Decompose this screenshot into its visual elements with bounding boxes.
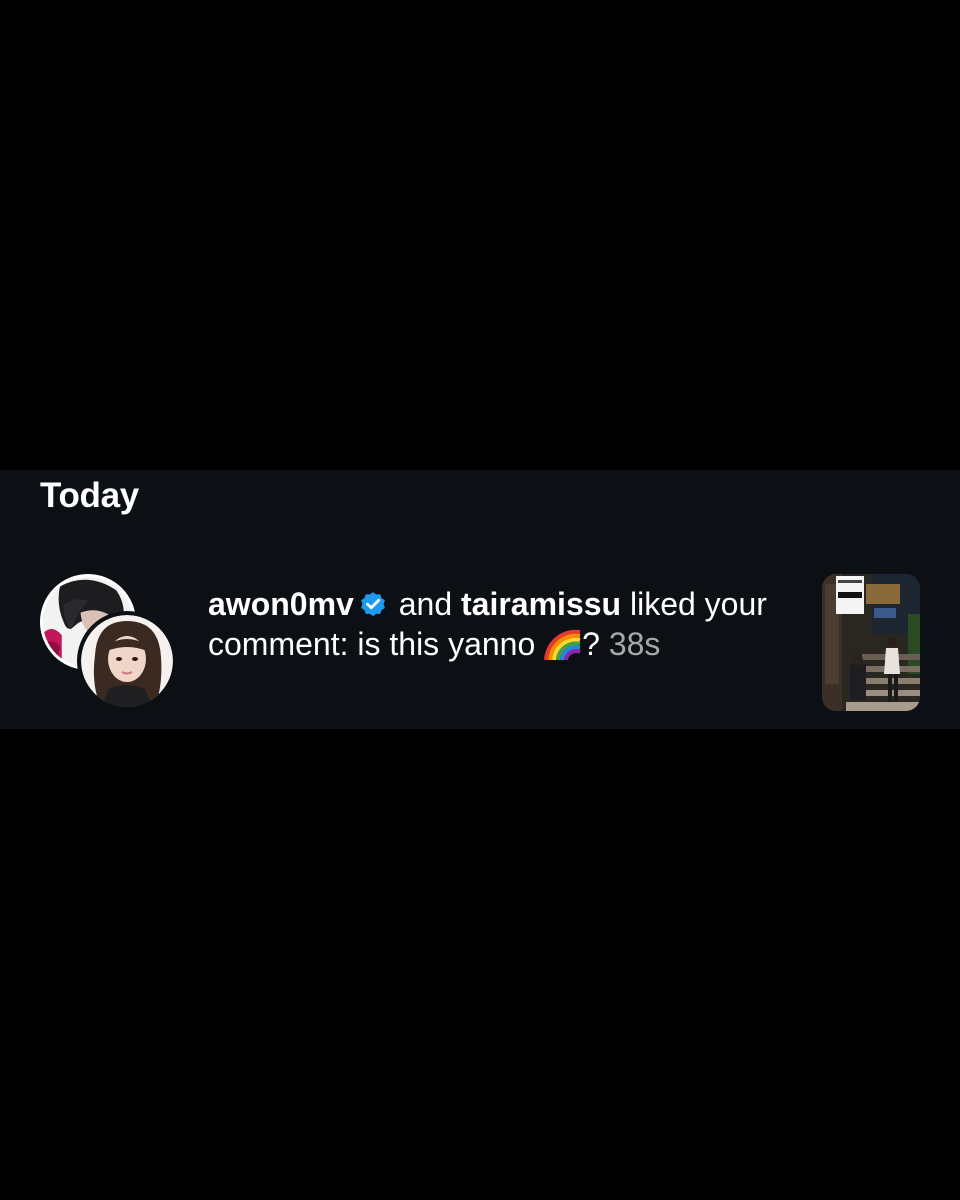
verified-badge-icon xyxy=(360,592,385,617)
section-title-today: Today xyxy=(40,476,139,515)
username-link-user1[interactable]: awon0mv xyxy=(208,586,354,622)
post-thumbnail[interactable] xyxy=(822,574,920,711)
avatar-user2[interactable] xyxy=(77,611,177,711)
notification-item[interactable]: awon0mv and tairamissu liked your commen… xyxy=(0,566,960,721)
connector-text: and xyxy=(389,586,461,622)
comment-suffix: ? xyxy=(582,626,609,662)
timestamp: 38s xyxy=(608,626,661,662)
avatar-user2-image xyxy=(81,615,173,707)
rainbow-emoji-icon xyxy=(544,629,581,661)
post-thumbnail-image xyxy=(822,574,920,711)
notification-text: awon0mv and tairamissu liked your commen… xyxy=(208,584,768,664)
username-link-user2[interactable]: tairamissu xyxy=(461,586,621,622)
